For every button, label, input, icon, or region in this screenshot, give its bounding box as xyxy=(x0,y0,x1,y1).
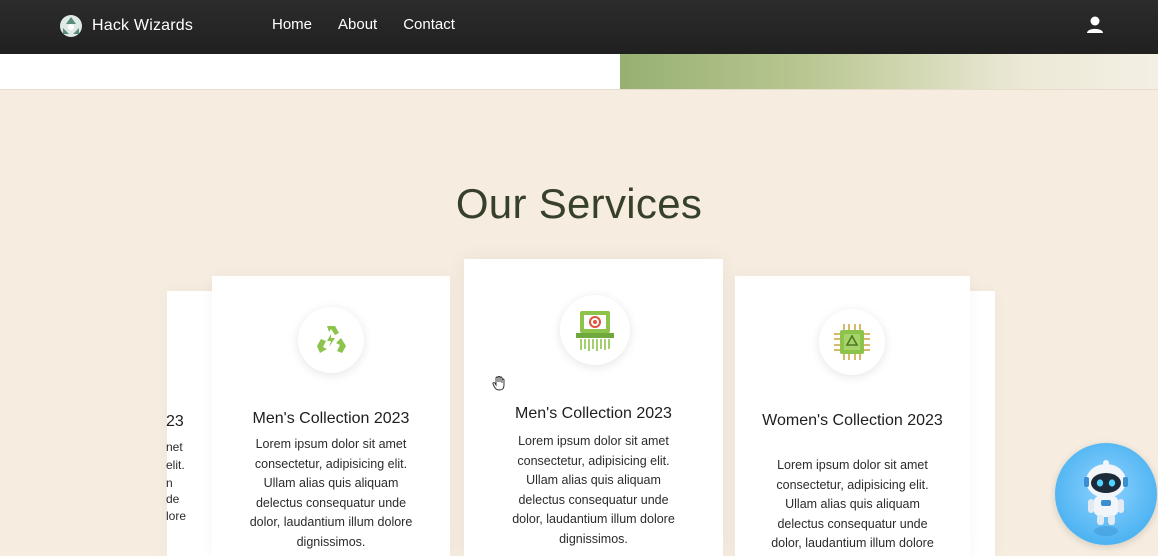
chatbot-button[interactable] xyxy=(1055,443,1157,545)
recycle-logo-icon xyxy=(60,15,82,37)
brand-name: Hack Wizards xyxy=(92,17,194,34)
card-title: Women's Collection 2023 xyxy=(762,412,943,429)
icon-badge xyxy=(819,309,885,375)
chip-recycle-icon xyxy=(834,324,870,360)
nav-about-link[interactable]: About xyxy=(338,16,377,33)
partial-card-title: 23 xyxy=(166,413,184,430)
service-card[interactable]: Men's Collection 2023 Lorem ipsum dolor … xyxy=(212,276,450,556)
nav-home-link[interactable]: Home xyxy=(272,16,312,33)
card-description: Lorem ipsum dolor sit amet consectetur, … xyxy=(771,458,934,556)
divider xyxy=(0,89,1158,90)
service-card[interactable]: Women's Collection 2023 Lorem ipsum dolo… xyxy=(735,276,970,556)
nav-links: Home About Contact xyxy=(272,16,455,33)
recycle-icon xyxy=(317,326,346,353)
nav-contact-link[interactable]: Contact xyxy=(403,16,455,33)
user-icon[interactable] xyxy=(1084,14,1106,36)
shredder-icon xyxy=(576,311,614,351)
card-description: Lorem ipsum dolor sit amet consectetur, … xyxy=(249,437,413,549)
icon-badge xyxy=(298,307,364,373)
card-title: Men's Collection 2023 xyxy=(252,410,410,427)
icon-badge xyxy=(560,295,630,365)
service-card[interactable]: Men's Collection 2023 Lorem ipsum dolor … xyxy=(464,259,723,556)
partial-card-line: elit. xyxy=(166,458,185,472)
banner-strip-right xyxy=(620,54,1158,90)
partial-card-line: lore xyxy=(166,509,187,523)
card-description: Lorem ipsum dolor sit amet consectetur, … xyxy=(512,434,675,546)
robot-icon xyxy=(1084,460,1128,536)
hand-cursor-icon xyxy=(492,376,505,391)
banner-strip-left xyxy=(0,54,620,90)
navbar: Hack Wizards Home About Contact xyxy=(0,0,1158,54)
brand[interactable]: Hack Wizards xyxy=(58,13,193,39)
section-title: Our Services xyxy=(455,180,703,227)
card-title: Men's Collection 2023 xyxy=(515,405,672,422)
partial-card-line: net xyxy=(166,440,183,454)
